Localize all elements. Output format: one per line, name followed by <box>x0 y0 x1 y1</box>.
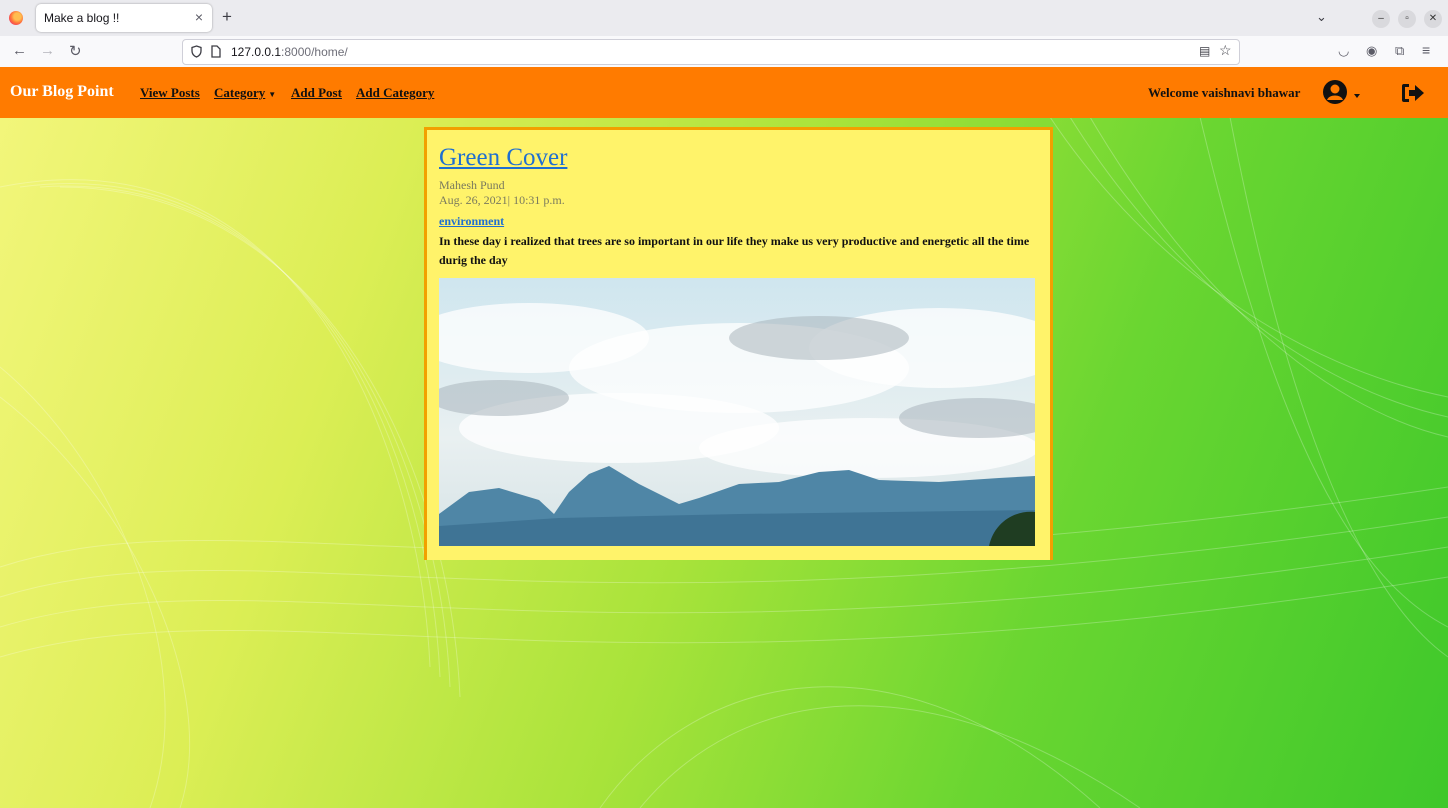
pocket-icon[interactable]: ◡ <box>1338 43 1349 59</box>
nav-category-label: Category <box>214 85 266 100</box>
post-card: Green Cover Mahesh Pund Aug. 26, 2021| 1… <box>424 127 1053 560</box>
extensions-icon[interactable]: ⧉ <box>1395 43 1404 59</box>
post-body: In these day i realized that trees are s… <box>439 234 1030 267</box>
firefox-logo-icon <box>9 11 23 25</box>
chevron-down-icon: ▼ <box>268 89 277 99</box>
post-image <box>439 278 1035 546</box>
brand-logo[interactable]: Our Blog Point <box>10 83 114 101</box>
browser-tab-bar: Make a blog !! × + ⌄ – ▫ ✕ <box>0 0 1448 37</box>
browser-toolbar: ← → ↻ 127.0.0.1:8000/home/ ▤ ☆ ◡ ◉ ⧉ ≡ <box>0 36 1448 68</box>
shield-icon[interactable] <box>191 45 202 58</box>
minimize-icon[interactable]: – <box>1372 10 1390 28</box>
tab-close-icon[interactable]: × <box>195 9 203 25</box>
nav-category-dropdown[interactable]: Category ▼ <box>214 85 276 101</box>
tab-title: Make a blog !! <box>44 11 120 25</box>
post-date: Aug. 26, 2021| 10:31 p.m. <box>439 193 565 207</box>
page-viewport: Our Blog Point View Posts Category ▼ Add … <box>0 67 1448 808</box>
account-icon[interactable]: ◉ <box>1366 43 1377 59</box>
reader-view-icon[interactable]: ▤ <box>1199 44 1210 58</box>
post-title[interactable]: Green Cover <box>439 144 567 172</box>
site-navbar: Our Blog Point View Posts Category ▼ Add … <box>0 67 1448 118</box>
nav-add-post[interactable]: Add Post <box>291 85 342 101</box>
menu-icon[interactable]: ≡ <box>1422 42 1430 58</box>
url-text[interactable]: 127.0.0.1:8000/home/ <box>231 45 348 59</box>
nav-add-category[interactable]: Add Category <box>356 85 434 101</box>
url-host: 127.0.0.1 <box>231 45 282 59</box>
back-icon[interactable]: ← <box>12 42 27 59</box>
browser-tab[interactable]: Make a blog !! × <box>36 4 212 32</box>
user-icon[interactable] <box>1322 80 1362 106</box>
nav-view-posts[interactable]: View Posts <box>140 85 200 101</box>
list-tabs-icon[interactable]: ⌄ <box>1316 9 1327 25</box>
forward-icon[interactable]: → <box>40 42 55 59</box>
restore-icon[interactable]: ▫ <box>1398 10 1416 28</box>
close-window-icon[interactable]: ✕ <box>1424 10 1442 28</box>
url-path: :8000/home/ <box>281 45 348 59</box>
reload-icon[interactable]: ↻ <box>69 42 82 60</box>
post-author: Mahesh Pund <box>439 178 505 192</box>
url-bar[interactable]: 127.0.0.1:8000/home/ ▤ ☆ <box>182 39 1240 65</box>
page-icon[interactable] <box>211 45 221 58</box>
post-category[interactable]: environment <box>439 214 504 229</box>
logout-icon[interactable] <box>1400 82 1426 104</box>
new-tab-button[interactable]: + <box>222 7 232 27</box>
welcome-text: Welcome vaishnavi bhawar <box>1148 85 1301 100</box>
bookmark-star-icon[interactable]: ☆ <box>1219 42 1232 59</box>
